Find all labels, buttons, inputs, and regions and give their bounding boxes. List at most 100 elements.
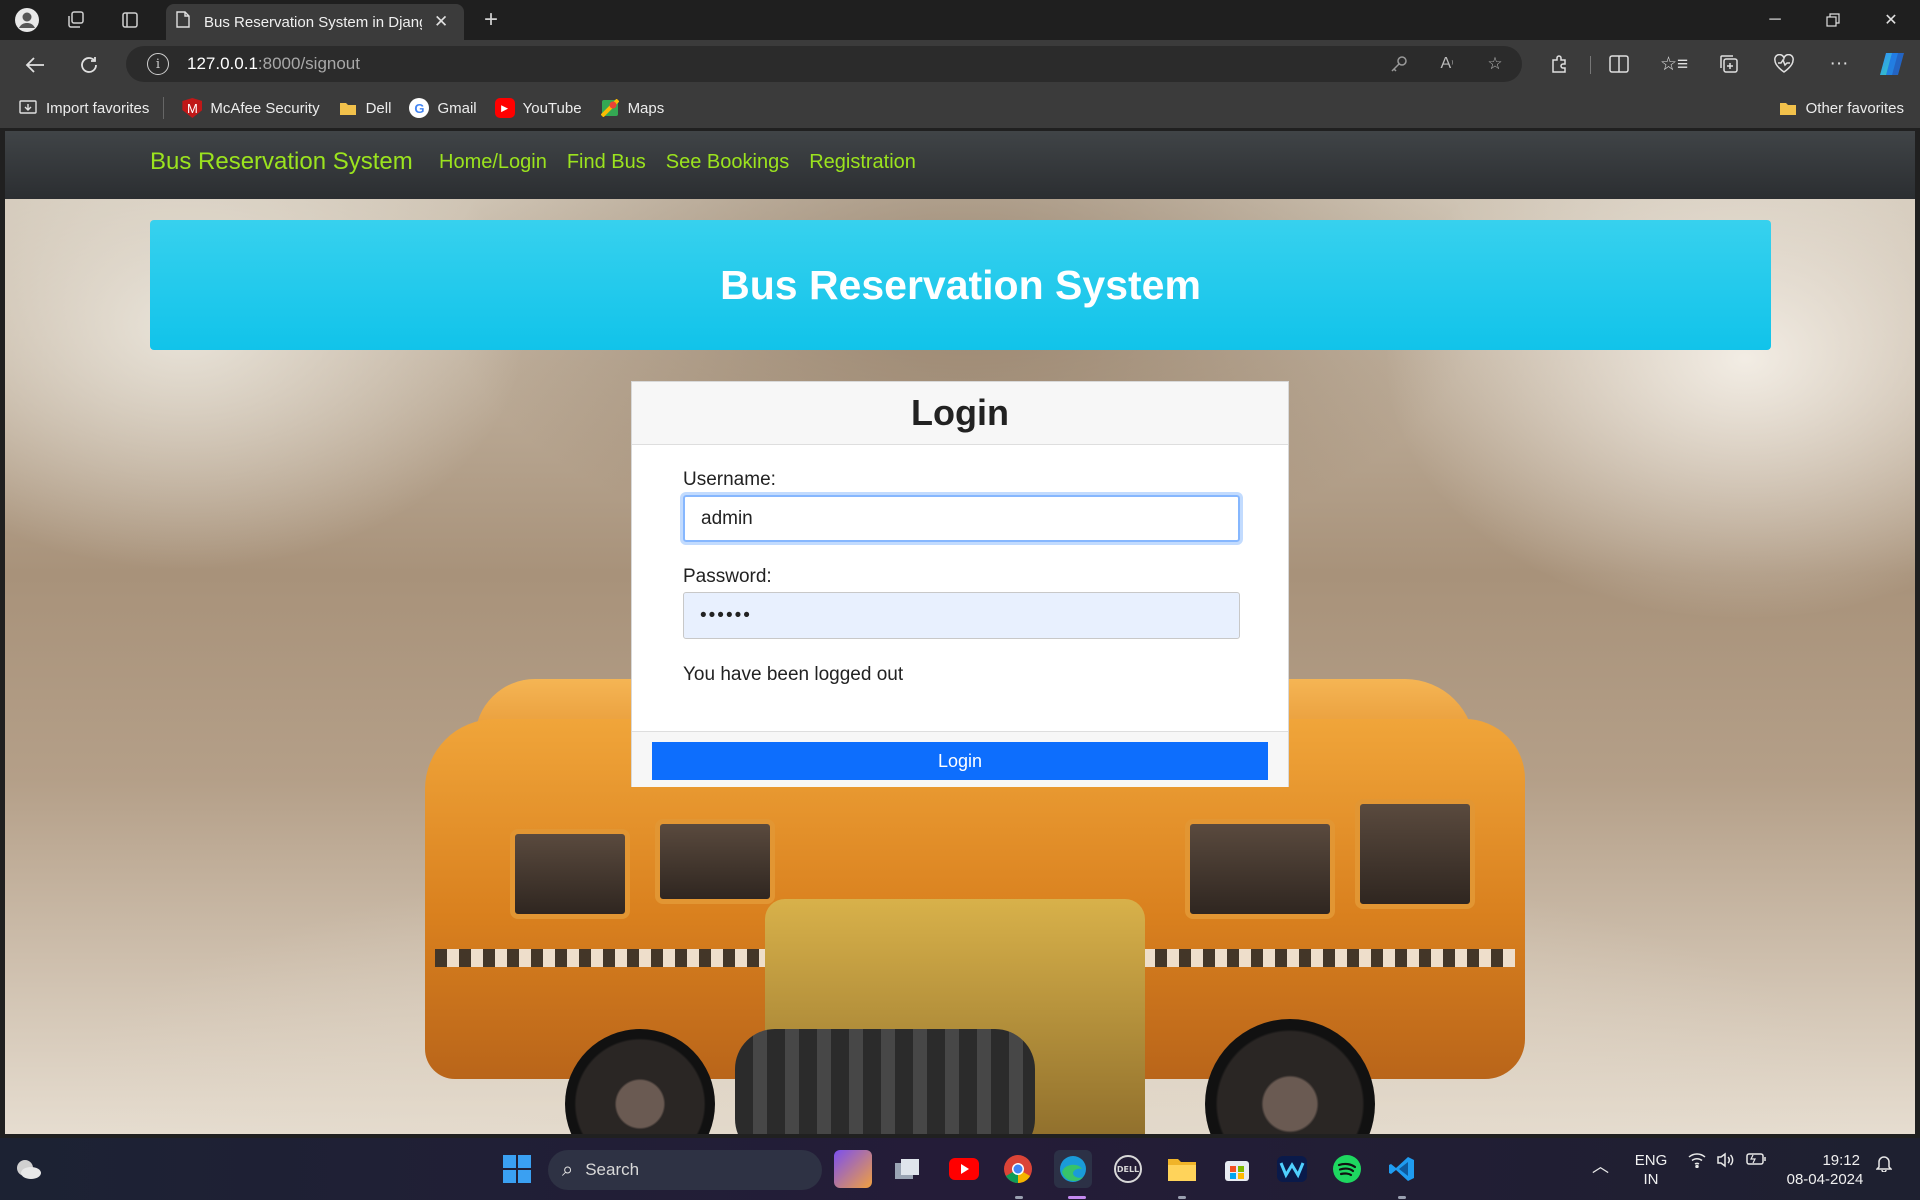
- username-input[interactable]: admin: [683, 495, 1240, 542]
- split-screen-icon[interactable]: [1603, 49, 1635, 79]
- password-input[interactable]: ••••••: [683, 592, 1240, 639]
- collections-icon[interactable]: [1713, 49, 1745, 79]
- weather-icon[interactable]: [9, 1150, 47, 1188]
- close-window-icon[interactable]: ✕: [1868, 4, 1914, 36]
- running-indicator: [1178, 1196, 1186, 1199]
- page-icon: [176, 11, 190, 33]
- toolbar-divider: [1590, 56, 1591, 74]
- bus-window: [1355, 799, 1475, 909]
- favorite-dell[interactable]: Dell: [338, 93, 392, 123]
- login-card-header: Login: [632, 382, 1288, 445]
- address-toolbar: i 127.0.0.1:8000/signout A ⁾ ☆ ☆≡ ···: [0, 40, 1920, 88]
- hero-title: Bus Reservation System: [720, 261, 1201, 308]
- more-options-icon[interactable]: ···: [1823, 49, 1855, 79]
- youtube-app-icon[interactable]: [945, 1150, 983, 1188]
- windows-taskbar: ⌕ Search DELL ︿ ENG IN 19:12 08-04-2024: [0, 1138, 1920, 1200]
- tab-title: Bus Reservation System in Djang: [204, 13, 422, 31]
- search-label: Search: [585, 1160, 640, 1179]
- google-icon: G: [409, 98, 430, 118]
- favorite-import[interactable]: Import favorites: [18, 93, 149, 123]
- url-path: :8000/signout: [257, 54, 360, 73]
- task-view-icon[interactable]: [888, 1150, 926, 1188]
- login-card: Login Username: admin Password: •••••• Y…: [631, 381, 1289, 787]
- favorite-other[interactable]: Other favorites: [1778, 93, 1904, 123]
- favorites-bar: Import favorites M McAfee Security Dell …: [0, 88, 1920, 128]
- file-explorer-icon[interactable]: [1163, 1150, 1201, 1188]
- active-tab[interactable]: Bus Reservation System in Djang ✕: [166, 4, 464, 40]
- battery-icon[interactable]: [1746, 1152, 1766, 1170]
- running-indicator: [1398, 1196, 1406, 1199]
- address-bar[interactable]: i 127.0.0.1:8000/signout A ⁾ ☆: [126, 46, 1522, 82]
- clock[interactable]: 19:12 08-04-2024: [1780, 1151, 1870, 1189]
- dell-icon[interactable]: DELL: [1109, 1150, 1147, 1188]
- copilot-icon[interactable]: [1876, 49, 1908, 79]
- store-icon[interactable]: [1218, 1150, 1256, 1188]
- site-navbar: Bus Reservation System Home/Login Find B…: [5, 131, 1915, 199]
- favorite-label: Other favorites: [1805, 99, 1904, 117]
- password-value: ••••••: [700, 604, 752, 626]
- nav-home-login[interactable]: Home/Login: [439, 151, 547, 174]
- key-icon[interactable]: [1386, 52, 1412, 76]
- start-icon[interactable]: [498, 1150, 536, 1188]
- copilot-app-icon[interactable]: [834, 1150, 872, 1188]
- site-info-icon[interactable]: i: [147, 53, 169, 75]
- workspaces-icon[interactable]: [62, 6, 90, 34]
- page-viewport: Bus Reservation System Home/Login Find B…: [5, 131, 1915, 1134]
- running-indicator: [1015, 1196, 1023, 1199]
- navbar-brand[interactable]: Bus Reservation System: [150, 148, 413, 176]
- active-indicator: [1068, 1196, 1086, 1199]
- favorite-gmail[interactable]: G Gmail: [409, 93, 477, 123]
- url-text[interactable]: 127.0.0.1:8000/signout: [187, 54, 360, 74]
- restore-icon[interactable]: [1810, 4, 1856, 36]
- favorite-label: YouTube: [522, 99, 582, 117]
- taskbar-search[interactable]: ⌕ Search: [548, 1150, 822, 1190]
- volume-icon[interactable]: [1716, 1152, 1734, 1172]
- notification-bell-icon[interactable]: [1875, 1154, 1893, 1176]
- youtube-icon: ▶: [494, 98, 515, 118]
- favorite-label: Gmail: [437, 99, 477, 117]
- minimize-icon[interactable]: ─: [1752, 4, 1798, 36]
- login-button[interactable]: Login: [652, 742, 1268, 780]
- show-hidden-icons-icon[interactable]: ︿: [1592, 1152, 1609, 1177]
- refresh-icon[interactable]: [74, 50, 104, 80]
- clock-date: 08-04-2024: [1786, 1171, 1864, 1188]
- vscode-icon[interactable]: [1383, 1150, 1421, 1188]
- svg-text:DELL: DELL: [1117, 1165, 1139, 1174]
- favorite-label: Dell: [365, 99, 392, 117]
- spotify-icon[interactable]: [1328, 1150, 1366, 1188]
- language-indicator[interactable]: ENG IN: [1632, 1151, 1670, 1189]
- chrome-icon[interactable]: [999, 1150, 1037, 1188]
- read-aloud-icon[interactable]: A ⁾: [1434, 52, 1460, 76]
- favorite-label: Maps: [627, 99, 665, 117]
- import-icon: [18, 98, 38, 118]
- edge-icon[interactable]: [1054, 1150, 1092, 1188]
- tab-actions-icon[interactable]: [116, 6, 144, 34]
- maps-icon: [600, 98, 620, 118]
- favorite-maps[interactable]: Maps: [600, 93, 665, 123]
- favorites-icon[interactable]: ☆≡: [1658, 49, 1690, 79]
- login-card-footer: Login: [632, 731, 1288, 787]
- browser-essentials-icon[interactable]: [1768, 49, 1800, 79]
- folder-icon: [338, 98, 358, 118]
- new-tab-icon[interactable]: +: [477, 6, 505, 34]
- nav-see-bookings[interactable]: See Bookings: [666, 151, 789, 174]
- username-label: Username:: [683, 469, 776, 490]
- region-code: IN: [1643, 1171, 1659, 1188]
- back-icon[interactable]: [20, 50, 50, 80]
- language-code: ENG: [1634, 1152, 1668, 1169]
- wondershare-icon[interactable]: [1273, 1150, 1311, 1188]
- nav-find-bus[interactable]: Find Bus: [567, 151, 646, 174]
- favorite-youtube[interactable]: ▶ YouTube: [494, 93, 582, 123]
- close-tab-icon[interactable]: ✕: [434, 12, 448, 32]
- login-title: Login: [911, 392, 1009, 433]
- extensions-icon[interactable]: [1543, 49, 1575, 79]
- nav-registration[interactable]: Registration: [809, 151, 916, 174]
- mcafee-icon: M: [182, 98, 203, 118]
- favorite-star-icon[interactable]: ☆: [1482, 52, 1508, 76]
- profile-icon[interactable]: [13, 6, 41, 34]
- wifi-icon[interactable]: [1688, 1152, 1706, 1172]
- favorite-label: McAfee Security: [210, 99, 320, 117]
- bus-window: [510, 829, 630, 919]
- favorite-mcafee[interactable]: M McAfee Security: [182, 93, 320, 123]
- nav-links: Home/Login Find Bus See Bookings Registr…: [439, 151, 916, 174]
